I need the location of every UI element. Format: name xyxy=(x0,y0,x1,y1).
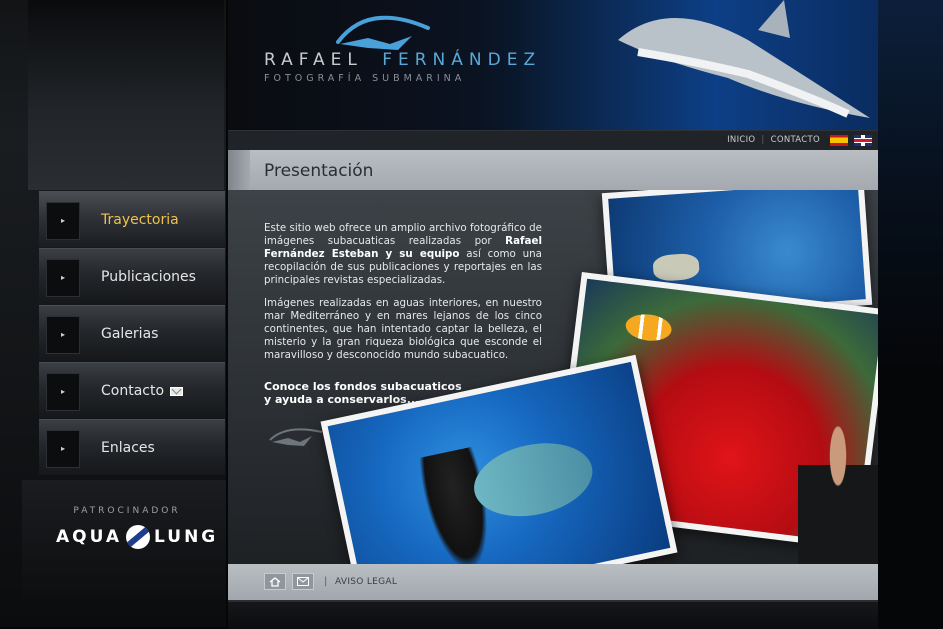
header-banner: RAFAEL FERNÁNDEZ FOTOGRAFÍA SUBMARINA xyxy=(228,0,878,130)
sidebar-item-label: Enlaces xyxy=(101,440,155,456)
sponsor-label: PATROCINADOR xyxy=(73,506,181,516)
arrow-icon: ▸ xyxy=(60,273,65,282)
sidebar-item-publicaciones[interactable]: ▸ Publicaciones xyxy=(39,248,225,304)
aqualung-emblem-icon xyxy=(126,525,151,549)
topnav-inicio-link[interactable]: INICIO xyxy=(727,135,755,145)
photographer-figure xyxy=(798,420,878,564)
sidebar-item-enlaces[interactable]: ▸ Enlaces xyxy=(39,419,225,475)
diver-logo-icon xyxy=(336,15,430,50)
home-button[interactable] xyxy=(264,573,286,590)
top-nav: INICIO | CONTACTO xyxy=(727,135,820,145)
logo-last-name: FERNÁNDEZ xyxy=(382,50,542,70)
mail-button[interactable] xyxy=(292,573,314,590)
sidebar-item-label: Publicaciones xyxy=(101,269,196,285)
sidebar-nav: ▸ Trayectoria ▸ Publicaciones ▸ Galerias… xyxy=(39,191,225,476)
sidebar-item-label: Galerias xyxy=(101,326,159,342)
home-icon xyxy=(269,576,281,587)
diver-watermark-icon xyxy=(269,428,323,446)
sponsor-panel: PATROCINADOR AQUA LUNG xyxy=(22,480,226,600)
shark-image xyxy=(618,0,870,118)
intro-paragraph-1: Este sitio web ofrece un amplio archivo … xyxy=(264,222,542,286)
mail-icon xyxy=(297,577,309,586)
page-title: Presentación xyxy=(264,161,374,181)
logo-subtitle: FOTOGRAFÍA SUBMARINA xyxy=(264,73,466,84)
logo-title: RAFAEL FERNÁNDEZ xyxy=(264,50,541,70)
top-bar: INICIO | CONTACTO xyxy=(228,130,878,151)
title-bar: Presentación xyxy=(228,150,878,190)
intro-paragraph-2: Imágenes realizadas en aguas interiores,… xyxy=(264,297,542,361)
arrow-icon: ▸ xyxy=(60,387,65,396)
aqualung-logo[interactable]: AQUA LUNG xyxy=(56,524,218,550)
footer-bar: | AVISO LEGAL xyxy=(228,564,878,600)
arrow-icon: ▸ xyxy=(60,330,65,339)
sidebar-item-galerias[interactable]: ▸ Galerias xyxy=(39,305,225,361)
arrow-icon: ▸ xyxy=(60,444,65,453)
topnav-contacto-link[interactable]: CONTACTO xyxy=(771,135,820,145)
sidebar-item-label: Trayectoria xyxy=(101,212,179,228)
flag-uk-icon[interactable] xyxy=(854,135,872,146)
mail-icon xyxy=(170,387,184,396)
main-content: Este sitio web ofrece un amplio archivo … xyxy=(228,190,878,564)
bottom-strip xyxy=(228,600,878,629)
aviso-legal-link[interactable]: AVISO LEGAL xyxy=(335,577,397,587)
intro-text: Este sitio web ofrece un amplio archivo … xyxy=(264,222,542,372)
arrow-icon: ▸ xyxy=(60,216,65,225)
sidebar-item-trayectoria[interactable]: ▸ Trayectoria xyxy=(39,191,225,247)
left-top-panel xyxy=(28,0,224,190)
logo-first-name: RAFAEL xyxy=(264,50,363,70)
sidebar-item-contacto[interactable]: ▸ Contacto xyxy=(39,362,225,418)
right-edge-panel xyxy=(878,0,943,627)
sidebar-item-label: Contacto xyxy=(101,383,184,399)
flag-es-icon[interactable] xyxy=(830,135,848,146)
